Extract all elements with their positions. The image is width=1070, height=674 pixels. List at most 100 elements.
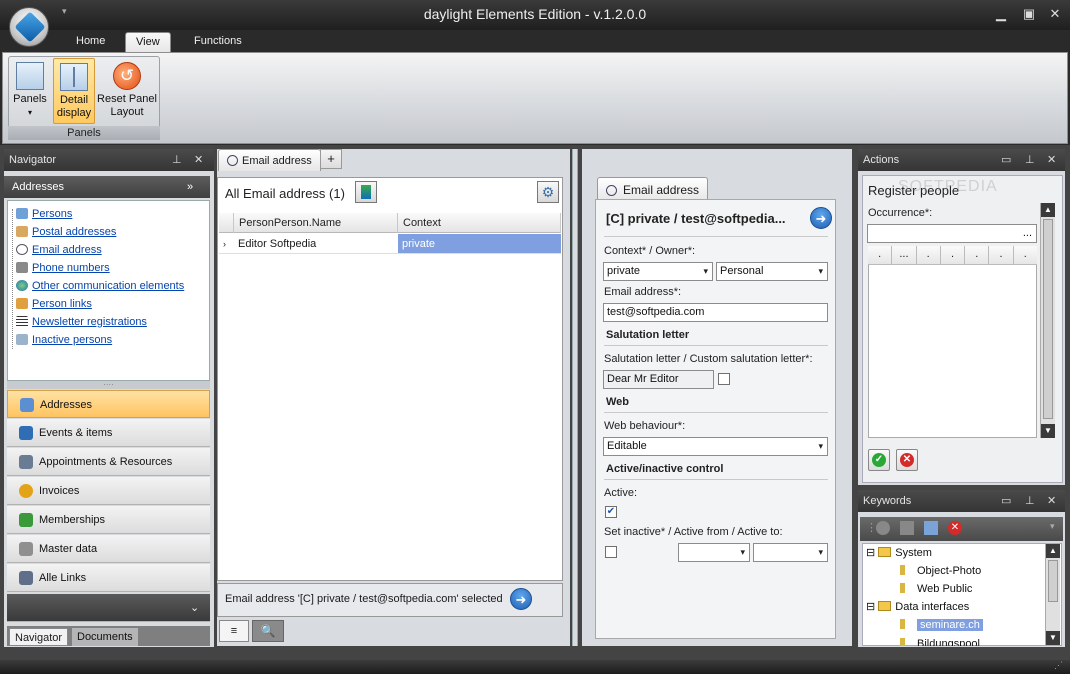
resize-grip-icon[interactable]: ⋰ <box>1054 660 1063 671</box>
tab-home[interactable]: Home <box>66 32 115 52</box>
tree-node-object-photo[interactable]: Object-Photo <box>900 562 981 580</box>
more-modules-button[interactable]: ⌄ <box>7 594 210 622</box>
nav-link-phone-numbers[interactable]: Phone numbers <box>16 259 110 277</box>
actions-scrollbar[interactable]: ▲ ▼ <box>1040 203 1055 438</box>
detail-navigate-button[interactable]: ➜ <box>810 207 832 229</box>
module-addresses[interactable]: Addresses <box>7 390 210 418</box>
close-panel-icon[interactable]: ✕ <box>194 149 203 171</box>
actions-header: Actions ▭ ⊥ ✕ <box>858 149 1065 171</box>
export-button[interactable] <box>355 181 377 203</box>
active-from-select[interactable] <box>678 543 750 562</box>
nav-link-persons[interactable]: Persons <box>16 205 72 223</box>
detail-display-icon <box>60 63 88 91</box>
pin-icon[interactable]: ⊥ <box>1025 149 1035 171</box>
occurrence-grid <box>868 246 1037 438</box>
collapse-toggle-icon[interactable]: ⊟ <box>866 547 875 559</box>
owner-select[interactable]: Personal <box>716 262 828 281</box>
confirm-button[interactable]: ✓ <box>868 449 890 471</box>
close-panel-icon[interactable]: ✕ <box>1047 149 1056 171</box>
scroll-thumb[interactable] <box>1048 560 1058 602</box>
column-header-context[interactable]: Context <box>398 213 561 233</box>
module-alle-links[interactable]: Alle Links <box>7 564 210 592</box>
reset-icon: ↺ <box>113 62 141 90</box>
minimize-icon[interactable]: ▁ <box>992 6 1010 22</box>
salutation-label: Salutation letter / Custom salutation le… <box>604 353 813 365</box>
grid-header-cell: . <box>1023 248 1027 260</box>
tree-node-data-interfaces[interactable]: ⊟ Data interfaces <box>866 598 969 616</box>
tree-node-seminare-ch[interactable]: seminare.ch <box>900 616 983 634</box>
scroll-thumb[interactable] <box>1043 219 1053 419</box>
home-icon[interactable] <box>924 521 938 535</box>
detail-tab-email-address[interactable]: Email address <box>597 177 709 201</box>
toolbar-options-icon[interactable]: ▾ <box>1050 521 1055 532</box>
maximize-panel-icon[interactable]: ▭ <box>1001 149 1011 171</box>
application-menu-button[interactable] <box>9 7 49 47</box>
context-select[interactable]: private <box>603 262 713 281</box>
add-tab-button[interactable]: + <box>320 149 342 169</box>
active-checkbox[interactable]: ✔ <box>605 506 617 518</box>
nav-link-newsletter[interactable]: Newsletter registrations <box>16 313 147 331</box>
module-events-items[interactable]: Events & items <box>7 419 210 447</box>
custom-salutation-checkbox[interactable] <box>718 373 730 385</box>
collapse-toggle-icon[interactable]: ⊟ <box>866 601 875 613</box>
tab-search-view[interactable]: 🔍 <box>252 620 284 642</box>
pin-icon[interactable]: ⊥ <box>172 149 182 171</box>
ribbon-group-label: Panels <box>8 126 160 140</box>
nav-link-email-address[interactable]: Email address <box>16 241 102 259</box>
email-address-input[interactable]: test@softpedia.com <box>603 303 828 322</box>
maximize-panel-icon[interactable]: ▭ <box>1001 490 1011 512</box>
scroll-down-icon[interactable]: ▼ <box>1041 424 1055 438</box>
set-inactive-checkbox[interactable] <box>605 546 617 558</box>
tab-email-address[interactable]: Email address <box>218 149 321 171</box>
column-header-name[interactable]: PersonPerson.Name <box>234 213 398 233</box>
maximize-icon[interactable]: ▣ <box>1020 6 1038 22</box>
tree-node-system[interactable]: ⊟ System <box>866 544 932 562</box>
nav-link-other-communication[interactable]: Other communication elements <box>16 277 184 295</box>
navigator-section-header[interactable]: Addresses » <box>4 176 210 198</box>
gear-icon: ⚙ <box>541 184 555 200</box>
nav-link-person-links[interactable]: Person links <box>16 295 92 313</box>
tab-list-view[interactable]: ≡ <box>219 620 249 642</box>
module-appointments[interactable]: Appointments & Resources <box>7 448 210 476</box>
tab-view[interactable]: View <box>125 32 171 52</box>
settings-button[interactable]: ⚙ <box>537 181 559 203</box>
tree-node-web-public[interactable]: Web Public <box>900 580 972 598</box>
active-to-select[interactable] <box>753 543 828 562</box>
module-invoices[interactable]: Invoices <box>7 477 210 505</box>
delete-icon[interactable]: ✕ <box>948 521 962 535</box>
occurrence-input[interactable]: ... <box>867 224 1037 243</box>
quick-access-dropdown-icon[interactable]: ▾ <box>62 6 72 20</box>
tab-navigator[interactable]: Navigator <box>9 628 69 646</box>
detail-display-button[interactable]: Detail display <box>53 58 95 124</box>
scroll-up-icon[interactable]: ▲ <box>1046 544 1060 558</box>
occurrence-browse-button[interactable]: ... <box>1023 225 1032 242</box>
nav-link-inactive-persons[interactable]: Inactive persons <box>16 331 112 349</box>
table-cell-name[interactable]: Editor Softpedia <box>234 234 398 254</box>
keywords-scrollbar[interactable]: ▲ ▼ <box>1045 544 1060 645</box>
reset-panel-layout-button[interactable]: ↺ Reset Panel Layout <box>97 58 157 124</box>
close-panel-icon[interactable]: ✕ <box>1047 490 1056 512</box>
tab-documents[interactable]: Documents <box>72 628 138 646</box>
vertical-splitter[interactable] <box>572 149 578 646</box>
splitter-handle[interactable]: ···· <box>7 381 210 389</box>
scroll-up-icon[interactable]: ▲ <box>1041 203 1055 217</box>
web-behaviour-select[interactable]: Editable <box>603 437 828 456</box>
scroll-down-icon[interactable]: ▼ <box>1046 631 1060 645</box>
tree-node-bildungspool[interactable]: Bildungspool <box>900 634 980 646</box>
table-cell-context[interactable]: private <box>398 234 561 254</box>
module-memberships[interactable]: Memberships <box>7 506 210 534</box>
status-bar <box>0 660 1070 674</box>
pin-icon[interactable]: ⊥ <box>1025 490 1035 512</box>
open-record-button[interactable]: ➜ <box>510 588 532 610</box>
key-icon[interactable] <box>900 521 914 535</box>
nav-link-postal-addresses[interactable]: Postal addresses <box>16 223 116 241</box>
module-master-data[interactable]: Master data <box>7 535 210 563</box>
salutation-input[interactable]: Dear Mr Editor <box>603 370 714 389</box>
close-icon[interactable]: ✕ <box>1046 6 1064 22</box>
arrow-right-icon: ➜ <box>815 211 827 226</box>
tab-functions[interactable]: Functions <box>184 32 252 52</box>
panels-button[interactable]: Panels ▾ <box>10 58 50 124</box>
add-keyword-icon[interactable] <box>876 521 890 535</box>
cancel-button[interactable]: ✕ <box>896 449 918 471</box>
collapse-chevron-icon[interactable]: » <box>187 176 193 198</box>
